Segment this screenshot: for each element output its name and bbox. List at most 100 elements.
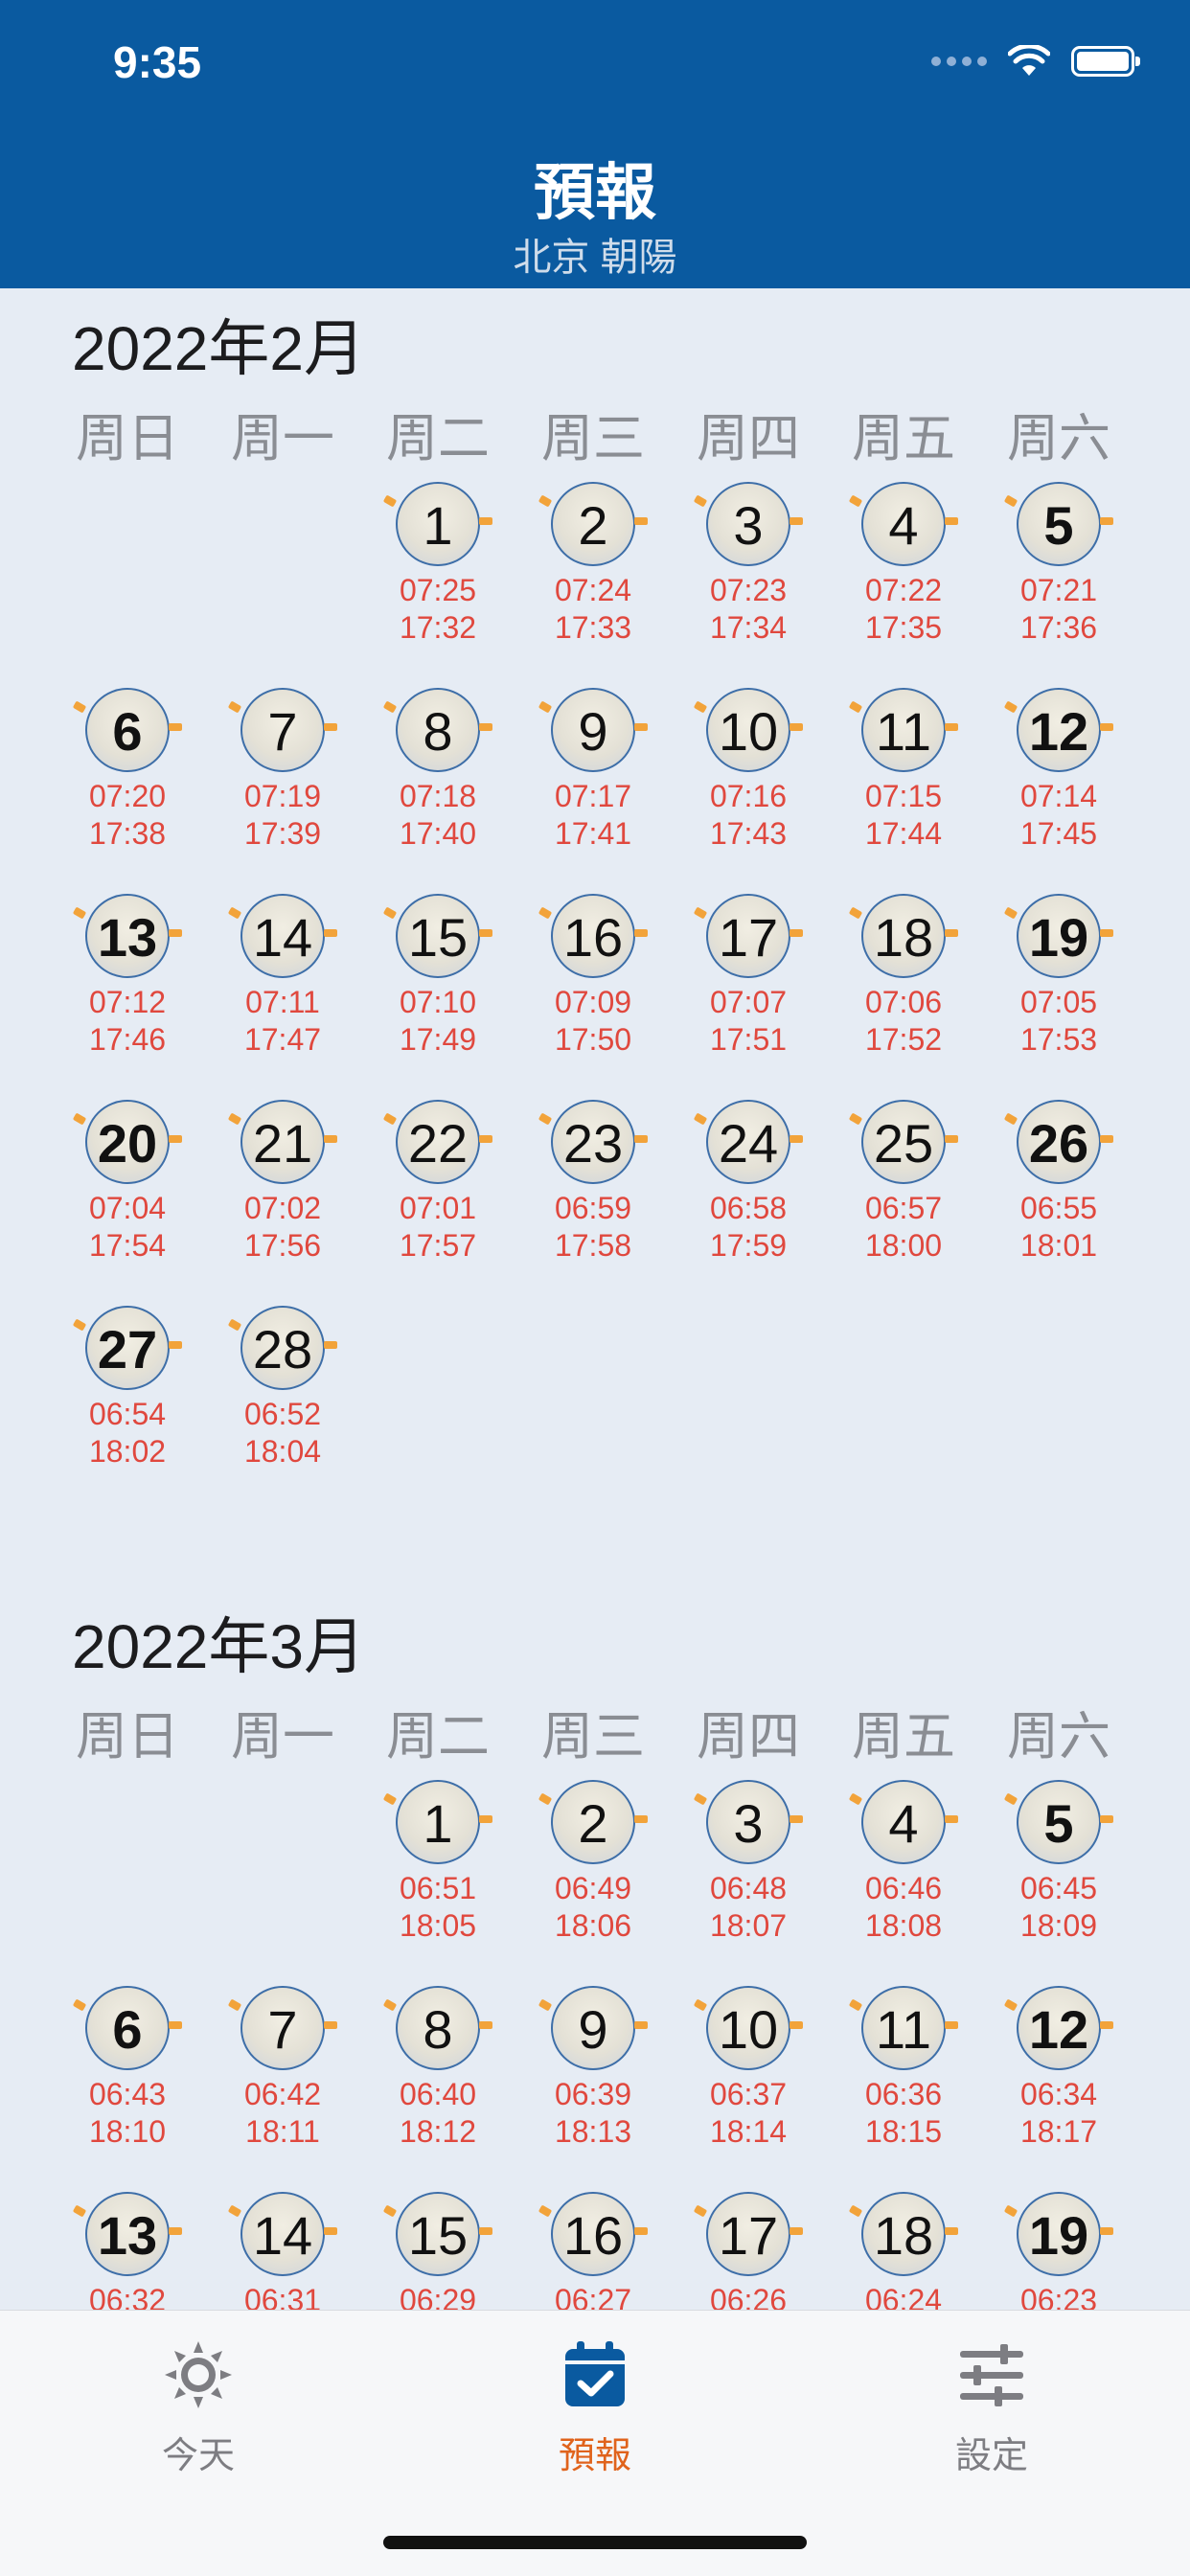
day-cell[interactable]: 18 06:2418:23 xyxy=(826,2192,981,2310)
day-cell[interactable]: 8 07:18 17:40 xyxy=(360,688,515,879)
day-cell[interactable]: 10 07:16 17:43 xyxy=(671,688,826,879)
day-cell[interactable]: 27 06:54 18:02 xyxy=(50,1306,205,1497)
sunrise-time: 07:19 xyxy=(243,779,322,813)
weekday-label: 周三 xyxy=(541,410,645,467)
day-cell[interactable]: 28 06:52 18:04 xyxy=(205,1306,360,1497)
day-cell[interactable]: 20 07:04 17:54 xyxy=(50,1100,205,1291)
day-cell[interactable]: 19 06:2318:24 xyxy=(981,2192,1136,2310)
day-cell[interactable]: 3 06:48 18:07 xyxy=(671,1780,826,1972)
sunset-time: 17:33 xyxy=(554,610,632,645)
day-number: 4 xyxy=(888,495,919,556)
day-cell[interactable]: 22 07:01 17:57 xyxy=(360,1100,515,1291)
tab-forecast-label: 預報 xyxy=(558,2436,631,2476)
day-cell[interactable]: 11 06:36 18:15 xyxy=(826,1986,981,2177)
day-cell[interactable]: 11 07:15 17:44 xyxy=(826,688,981,879)
day-cell[interactable]: 17 06:2618:22 xyxy=(671,2192,826,2310)
sunset-time: 17:46 xyxy=(88,1022,167,1057)
wifi-icon xyxy=(1008,45,1050,76)
sunset-time: 17:59 xyxy=(709,1228,788,1263)
tab-settings[interactable]: 設定 xyxy=(793,2330,1190,2476)
day-cell[interactable]: 16 07:09 17:50 xyxy=(515,894,671,1085)
daylight-dial-icon: 25 xyxy=(861,1100,958,1184)
daylight-dial-icon: 6 xyxy=(85,688,182,772)
sun-times: 06:2618:22 xyxy=(671,2282,826,2310)
sunset-time: 18:00 xyxy=(864,1228,943,1263)
weekday-label: 周三 xyxy=(541,1708,645,1766)
day-cell[interactable]: 7 06:42 18:11 xyxy=(205,1986,360,2177)
location-subtitle: 北京 朝陽 xyxy=(513,237,677,279)
day-cell[interactable]: 10 06:37 18:14 xyxy=(671,1986,826,2177)
day-cell[interactable]: 3 07:23 17:34 xyxy=(671,482,826,673)
sunset-time: 18:05 xyxy=(399,1908,477,1943)
sun-icon xyxy=(165,2341,232,2408)
day-cell[interactable]: 9 06:39 18:13 xyxy=(515,1986,671,2177)
sunset-time: 17:52 xyxy=(864,1022,943,1057)
day-cell[interactable]: 18 07:06 17:52 xyxy=(826,894,981,1085)
sunrise-time: 07:09 xyxy=(554,985,632,1019)
sun-times: 07:04 17:54 xyxy=(50,1190,205,1265)
daylight-dial-icon: 1 xyxy=(396,482,492,566)
sun-times: 06:43 18:10 xyxy=(50,2076,205,2151)
day-cell[interactable]: 19 07:05 17:53 xyxy=(981,894,1136,1085)
status-bar: 9:35 xyxy=(0,0,1190,130)
day-cell[interactable]: 26 06:55 18:01 xyxy=(981,1100,1136,1291)
day-number: 19 xyxy=(1028,907,1089,968)
forecast-scroll-view[interactable]: 2022年2月 周日 周一 周二 周三 周四 周五 周六 1 07:25 17:32 2 07:24 17… xyxy=(0,288,1190,2310)
sun-times: 07:12 17:46 xyxy=(50,984,205,1059)
day-cell[interactable]: 17 07:07 17:51 xyxy=(671,894,826,1085)
sun-times: 06:2318:24 xyxy=(981,2282,1136,2310)
day-cell[interactable]: 2 06:49 18:06 xyxy=(515,1780,671,1972)
day-cell[interactable]: 25 06:57 18:00 xyxy=(826,1100,981,1291)
day-cell[interactable]: 5 07:21 17:36 xyxy=(981,482,1136,673)
day-cell[interactable]: 15 07:10 17:49 xyxy=(360,894,515,1085)
day-cell[interactable]: 13 07:12 17:46 xyxy=(50,894,205,1085)
sunrise-time: 06:32 xyxy=(88,2283,167,2310)
tab-today[interactable]: 今天 xyxy=(0,2330,397,2476)
day-number: 10 xyxy=(718,701,779,762)
sun-times: 07:15 17:44 xyxy=(826,778,981,853)
sunset-time: 17:34 xyxy=(709,610,788,645)
day-cell[interactable]: 14 06:3118:19 xyxy=(205,2192,360,2310)
day-cell[interactable]: 13 06:3218:18 xyxy=(50,2192,205,2310)
day-cell[interactable]: 9 07:17 17:41 xyxy=(515,688,671,879)
day-cell[interactable]: 23 06:59 17:58 xyxy=(515,1100,671,1291)
day-cell[interactable]: 5 06:45 18:09 xyxy=(981,1780,1136,1972)
day-cell[interactable]: 6 06:43 18:10 xyxy=(50,1986,205,2177)
day-cell[interactable]: 6 07:20 17:38 xyxy=(50,688,205,879)
sunset-time: 18:07 xyxy=(709,1908,788,1943)
sun-times: 06:52 18:04 xyxy=(205,1396,360,1470)
day-number: 23 xyxy=(562,1113,624,1174)
sunset-time: 17:36 xyxy=(1019,610,1098,645)
day-cell[interactable]: 12 06:34 18:17 xyxy=(981,1986,1136,2177)
day-cell[interactable]: 15 06:2918:20 xyxy=(360,2192,515,2310)
day-cell[interactable]: 4 07:22 17:35 xyxy=(826,482,981,673)
day-cell[interactable]: 1 07:25 17:32 xyxy=(360,482,515,673)
daylight-dial-icon: 19 xyxy=(1017,894,1113,978)
sun-times: 07:24 17:33 xyxy=(515,572,671,647)
day-cell[interactable]: 24 06:58 17:59 xyxy=(671,1100,826,1291)
day-cell[interactable]: 12 07:14 17:45 xyxy=(981,688,1136,879)
day-cell[interactable]: 16 06:2718:21 xyxy=(515,2192,671,2310)
sun-times: 07:22 17:35 xyxy=(826,572,981,647)
daylight-dial-icon: 23 xyxy=(551,1100,648,1184)
sunset-time: 18:11 xyxy=(245,2114,320,2149)
day-number: 17 xyxy=(718,2205,779,2266)
tab-forecast[interactable]: 預報 xyxy=(397,2330,793,2476)
daylight-dial-icon: 16 xyxy=(551,894,648,978)
sunset-time: 17:35 xyxy=(864,610,943,645)
day-cell[interactable]: 1 06:51 18:05 xyxy=(360,1780,515,1972)
sunrise-time: 07:25 xyxy=(399,573,477,607)
sunrise-time: 07:05 xyxy=(1019,985,1098,1019)
day-cell[interactable]: 7 07:19 17:39 xyxy=(205,688,360,879)
day-cell[interactable]: 4 06:46 18:08 xyxy=(826,1780,981,1972)
day-cell[interactable]: 21 07:02 17:56 xyxy=(205,1100,360,1291)
sun-times: 07:02 17:56 xyxy=(205,1190,360,1265)
day-cell[interactable]: 14 07:11 17:47 xyxy=(205,894,360,1085)
sunset-time: 18:02 xyxy=(88,1434,167,1469)
sun-times: 06:37 18:14 xyxy=(671,2076,826,2151)
day-cell[interactable]: 8 06:40 18:12 xyxy=(360,1986,515,2177)
sun-times: 07:19 17:39 xyxy=(205,778,360,853)
sunrise-time: 07:17 xyxy=(554,779,632,813)
sunset-time: 17:50 xyxy=(554,1022,632,1057)
day-cell[interactable]: 2 07:24 17:33 xyxy=(515,482,671,673)
